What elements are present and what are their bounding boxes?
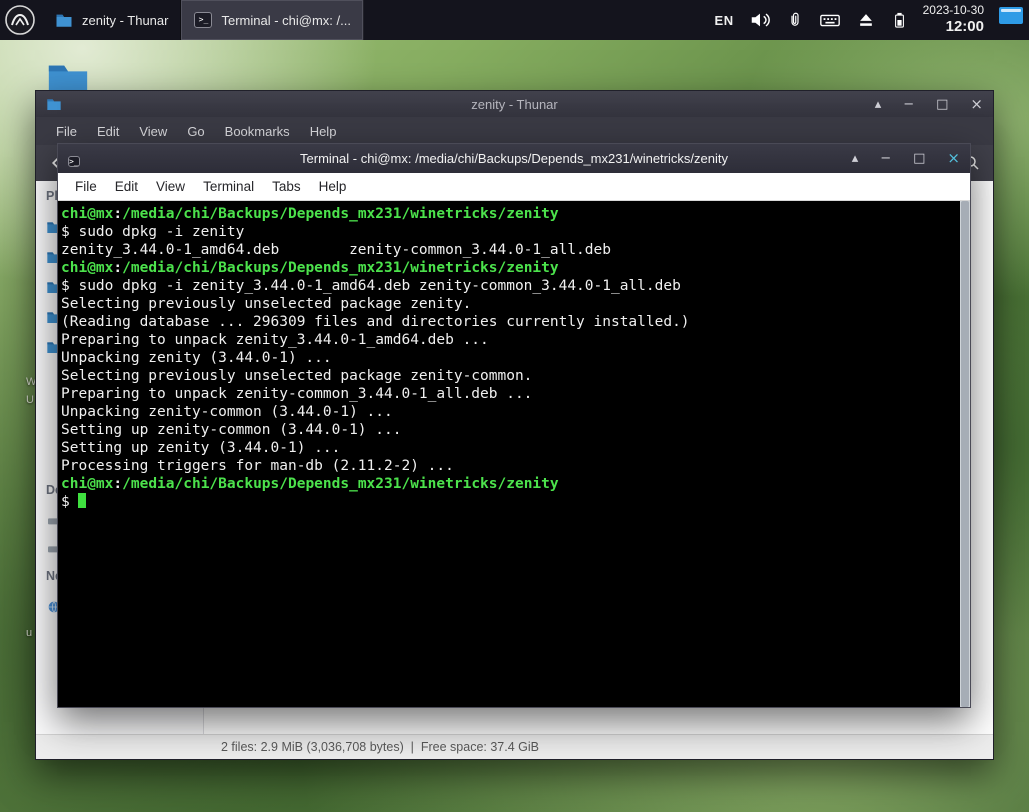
terminal-line: $ sudo dpkg -i zenity_3.44.0-1_amd64.deb… (61, 278, 681, 294)
thunar-statusbar: 2 files: 2.9 MiB (3,036,708 bytes) | Fre… (36, 734, 993, 759)
menu-terminal[interactable]: Terminal (194, 175, 263, 198)
prompt-user: chi@mx (61, 476, 114, 492)
terminal-line: (Reading database ... 296309 files and d… (61, 314, 690, 330)
clock[interactable]: 2023-10-30 12:00 (923, 3, 984, 37)
volume-icon[interactable] (749, 9, 771, 31)
prompt-separator: : (113, 260, 123, 276)
folder-icon (54, 11, 74, 29)
terminal-line: chi@mx:/media/chi/Backups/Depends_mx231/… (61, 475, 956, 493)
clock-date: 2023-10-30 (922, 3, 984, 18)
scrollbar-thumb[interactable] (961, 201, 969, 707)
terminal-cursor (78, 493, 87, 508)
shade-button[interactable] (875, 98, 882, 111)
prompt-path: /media/chi/Backups/Depends_mx231/winetri… (122, 260, 559, 276)
paperclip-icon[interactable] (786, 11, 804, 29)
menu-go[interactable]: Go (177, 120, 214, 143)
minimize-button[interactable] (903, 98, 914, 111)
close-button[interactable] (970, 97, 983, 112)
menu-file[interactable]: File (46, 120, 87, 143)
terminal-icon (68, 151, 84, 167)
terminal-line: Processing triggers for man-db (2.11.2-2… (61, 458, 454, 474)
desktop-label-fragment: U (26, 394, 34, 406)
terminal-line: Unpacking zenity (3.44.0-1) ... (61, 350, 332, 366)
terminal-line: Setting up zenity (3.44.0-1) ... (61, 440, 341, 456)
terminal-icon (193, 11, 213, 29)
prompt-separator: : (113, 476, 123, 492)
task-label: zenity - Thunar (82, 12, 169, 28)
terminal-line: zenity_3.44.0-1_amd64.deb zenity-common_… (61, 242, 611, 258)
thunar-titlebar[interactable]: zenity - Thunar (36, 91, 993, 117)
blue-applet-icon[interactable] (999, 7, 1023, 25)
terminal-line: Preparing to unpack zenity-common_3.44.0… (61, 386, 533, 402)
prompt-user: chi@mx (61, 260, 114, 276)
terminal-line: chi@mx:/media/chi/Backups/Depends_mx231/… (61, 205, 956, 223)
folder-icon (46, 96, 62, 112)
maximize-button[interactable] (913, 152, 925, 165)
terminal-output: chi@mx:/media/chi/Backups/Depends_mx231/… (61, 205, 956, 511)
menu-file[interactable]: File (66, 175, 106, 198)
menu-help[interactable]: Help (300, 120, 347, 143)
task-label: Terminal - chi@mx: /... (221, 12, 351, 28)
terminal-line: chi@mx:/media/chi/Backups/Depends_mx231/… (61, 259, 956, 277)
menu-tabs[interactable]: Tabs (263, 175, 310, 198)
prompt-user: chi@mx (61, 206, 114, 222)
terminal-line: $ (61, 493, 956, 511)
prompt-separator: : (113, 206, 123, 222)
close-button[interactable] (947, 151, 960, 166)
terminal-line: Selecting previously unselected package … (61, 368, 533, 384)
terminal-window: Terminal - chi@mx: /media/chi/Backups/De… (57, 143, 971, 708)
menu-help[interactable]: Help (310, 175, 356, 198)
taskbar-panel: zenity - Thunar Terminal - chi@mx: /... … (0, 0, 1029, 40)
terminal-line: Unpacking zenity-common (3.44.0-1) ... (61, 404, 393, 420)
maximize-button[interactable] (936, 98, 948, 111)
menu-view[interactable]: View (147, 175, 194, 198)
prompt-path: /media/chi/Backups/Depends_mx231/winetri… (122, 206, 559, 222)
keyboard-layout-indicator[interactable]: EN (715, 13, 734, 28)
menu-edit[interactable]: Edit (106, 175, 147, 198)
terminal-line: Preparing to unpack zenity_3.44.0-1_amd6… (61, 332, 489, 348)
menu-bookmarks[interactable]: Bookmarks (215, 120, 300, 143)
thunar-window-title: zenity - Thunar (471, 96, 558, 112)
menu-edit[interactable]: Edit (87, 120, 129, 143)
prompt-path: /media/chi/Backups/Depends_mx231/winetri… (122, 476, 559, 492)
taskbar-task-thunar[interactable]: zenity - Thunar (42, 0, 182, 40)
terminal-menubar: File Edit View Terminal Tabs Help (58, 173, 970, 201)
clock-time: 12:00 (945, 18, 984, 36)
terminal-scrollbar[interactable] (960, 201, 970, 707)
battery-icon[interactable] (891, 10, 908, 30)
thunar-menubar: File Edit View Go Bookmarks Help (36, 117, 993, 145)
keyboard-icon[interactable] (819, 9, 841, 31)
taskbar-task-terminal[interactable]: Terminal - chi@mx: /... (181, 0, 364, 40)
shade-button[interactable] (852, 152, 859, 165)
terminal-screen[interactable]: chi@mx:/media/chi/Backups/Depends_mx231/… (58, 201, 970, 707)
terminal-window-title: Terminal - chi@mx: /media/chi/Backups/De… (300, 151, 728, 166)
prompt-dollar: $ (61, 494, 79, 510)
menu-view[interactable]: View (129, 120, 177, 143)
terminal-line: $ sudo dpkg -i zenity (61, 224, 245, 240)
mx-logo[interactable] (4, 4, 36, 36)
desktop-label-fragment: u (26, 627, 33, 639)
eject-icon[interactable] (856, 10, 876, 30)
system-tray: EN 2023-10-30 12:00 (715, 3, 1029, 37)
terminal-titlebar[interactable]: Terminal - chi@mx: /media/chi/Backups/De… (58, 144, 970, 173)
terminal-line: Setting up zenity-common (3.44.0-1) ... (61, 422, 402, 438)
minimize-button[interactable] (880, 152, 891, 165)
terminal-line: Selecting previously unselected package … (61, 296, 472, 312)
statusbar-text: 2 files: 2.9 MiB (3,036,708 bytes) | Fre… (221, 740, 539, 754)
